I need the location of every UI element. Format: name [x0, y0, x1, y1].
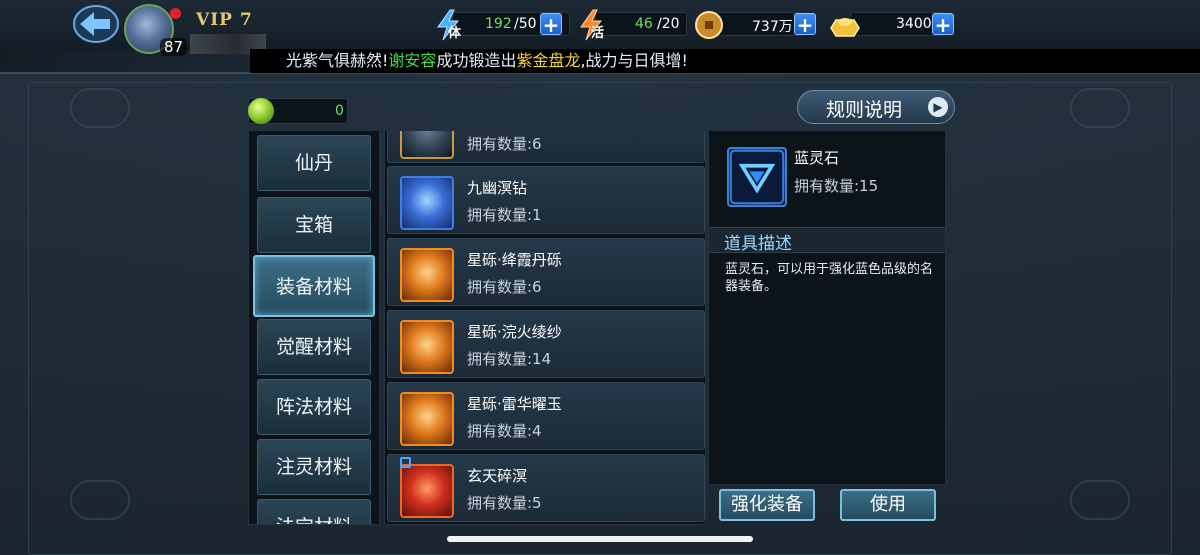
jade-icon	[248, 98, 274, 124]
shard-icon	[400, 248, 454, 302]
item-name: 玄天碎溟	[467, 467, 528, 485]
vitality-value: 46	[635, 16, 653, 32]
category-spirit-material[interactable]: 注灵材料	[257, 439, 371, 495]
description-header: 道具描述	[709, 227, 945, 254]
vitality-resource: 活 46 /20	[575, 8, 687, 41]
gold-resource: 3400 +	[828, 8, 956, 38]
item-count: 拥有数量:5	[467, 494, 542, 512]
rules-button[interactable]: 规则说明 ▶	[797, 90, 955, 124]
add-stamina-button[interactable]: +	[540, 13, 562, 36]
item-name: 星砾·绛霞丹砾	[467, 251, 562, 269]
item-count: 拥有数量:14	[467, 350, 552, 368]
blue-gem-icon	[727, 147, 787, 207]
fragment-icon	[400, 464, 454, 518]
vitality-max: /20	[657, 16, 680, 32]
ornament-icon	[1070, 88, 1130, 128]
list-item[interactable]: 玄天碎溟 拥有数量:5	[387, 454, 705, 522]
stamina-value: 192	[485, 16, 512, 32]
list-item[interactable]: 星砾·雷华曜玉 拥有数量:4	[387, 382, 705, 450]
list-item[interactable]: 星砾·绛霞丹砾 拥有数量:6	[387, 238, 705, 306]
marquee-suffix: ,战力与日俱增!	[580, 51, 688, 70]
vitality-label: 活	[591, 26, 605, 41]
item-name: 星砾·浣火绫纱	[467, 323, 562, 341]
description-title: 道具描述	[724, 234, 792, 254]
add-gold-button[interactable]: +	[932, 13, 954, 36]
item-detail-panel: 蓝灵石 拥有数量:15 道具描述 蓝灵石，可以用于强化蓝色品级的名器装备。	[708, 130, 946, 485]
detail-item-count: 拥有数量:15	[794, 177, 879, 195]
crystal-icon	[400, 176, 454, 230]
list-item[interactable]: 星砾·浣火绫纱 拥有数量:14	[387, 310, 705, 378]
marquee-middle: 成功锻造出	[436, 51, 517, 70]
gem-value: 0	[335, 103, 344, 119]
category-chest[interactable]: 宝箱	[257, 197, 371, 253]
stamina-label: 体	[448, 26, 462, 41]
marquee-item: 紫金盘龙	[516, 51, 581, 70]
item-description: 蓝灵石，可以用于强化蓝色品级的名器装备。	[725, 262, 934, 294]
ornament-icon	[1070, 480, 1130, 520]
category-equip-material[interactable]: 装备材料	[253, 255, 375, 317]
jade-stone-icon	[400, 392, 454, 446]
silk-icon	[400, 320, 454, 374]
coins-value: 737万	[752, 19, 793, 35]
gold-ingot-icon	[830, 18, 860, 37]
category-treasure-material[interactable]: 法宝材料	[257, 499, 371, 524]
enhance-equipment-button[interactable]: 强化装备	[719, 489, 815, 521]
home-indicator[interactable]	[447, 536, 753, 542]
gold-value: 3400	[896, 16, 932, 32]
category-awaken-material[interactable]: 觉醒材料	[257, 319, 371, 375]
category-formation-material[interactable]: 阵法材料	[257, 379, 371, 435]
player-level: 87	[160, 38, 188, 56]
stamina-resource: 体 192 /50 +	[432, 8, 570, 41]
item-name: 星砾·雷华曜玉	[467, 395, 562, 413]
play-arrow-icon: ▶	[928, 97, 948, 117]
ornament-icon	[70, 88, 130, 128]
lock-icon	[400, 457, 411, 468]
item-count: 拥有数量:6	[467, 135, 542, 153]
rules-button-label: 规则说明	[826, 99, 903, 121]
vip-badge: VIP 7	[196, 10, 253, 30]
item-list: 拥有数量:6 九幽溟钻 拥有数量:1 星砾·绛霞丹砾 拥有数量:6 星砾·浣火绫…	[384, 130, 706, 525]
detail-item-name: 蓝灵石	[794, 149, 840, 167]
list-item[interactable]: 拥有数量:6	[387, 131, 705, 163]
category-elixir[interactable]: 仙丹	[257, 135, 371, 191]
list-item[interactable]: 九幽溟钻 拥有数量:1	[387, 166, 705, 234]
notification-dot	[170, 8, 181, 19]
coins-resource: 737万 +	[694, 8, 818, 39]
use-button[interactable]: 使用	[840, 489, 936, 521]
item-count: 拥有数量:6	[467, 278, 542, 296]
back-arrow-icon[interactable]	[70, 4, 120, 44]
add-coins-button[interactable]: +	[794, 13, 816, 36]
item-count: 拥有数量:4	[467, 422, 542, 440]
announcement-marquee: 光紫气俱赫然!谢安容成功锻造出紫金盘龙,战力与日俱增!	[250, 49, 1200, 73]
ornament-icon	[70, 480, 130, 520]
marquee-player: 谢安容	[388, 51, 437, 70]
coin-icon	[695, 11, 723, 39]
category-list: 仙丹 宝箱 装备材料 觉醒材料 阵法材料 注灵材料 法宝材料	[248, 130, 380, 525]
marquee-prefix: 光紫气俱赫然!	[286, 51, 389, 70]
stamina-max: /50	[514, 16, 537, 32]
item-count: 拥有数量:1	[467, 206, 542, 224]
item-icon	[400, 131, 454, 159]
item-name: 九幽溟钻	[467, 179, 528, 197]
